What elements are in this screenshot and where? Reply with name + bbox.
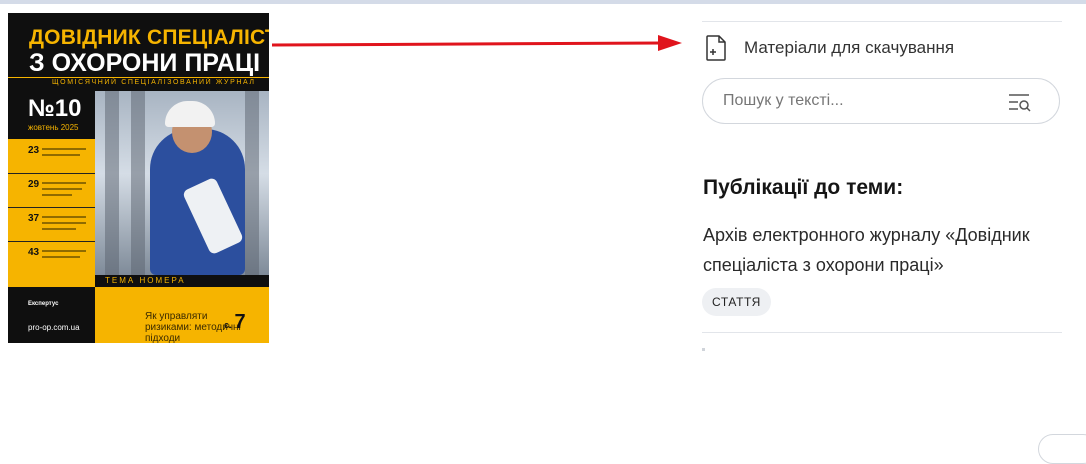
toc-page: 43 — [28, 247, 40, 258]
cover-page-ref: с. 7 — [224, 311, 246, 334]
toc-text-line — [42, 222, 86, 224]
toc-text-line — [42, 188, 82, 190]
cover-page-prefix: с. — [224, 320, 232, 330]
cover-left-column: №10 жовтень 2025 23 29 37 43 Експертус p… — [8, 91, 95, 343]
photo-background-column — [105, 91, 119, 275]
cover-issue-number: №10 — [28, 95, 82, 122]
cover-toc-item: 29 — [8, 173, 95, 208]
text-search-box[interactable] — [702, 78, 1060, 124]
toc-text-line — [42, 182, 86, 184]
download-materials-link[interactable]: Матеріали для скачування — [704, 33, 954, 63]
cover-website: pro-op.com.ua — [28, 323, 80, 332]
cover-photo — [95, 91, 269, 275]
cover-title-line2: З ОХОРОНИ ПРАЦІ — [29, 49, 261, 77]
divider — [702, 332, 1062, 333]
toc-text-line — [42, 256, 80, 258]
download-materials-label: Матеріали для скачування — [744, 38, 955, 57]
search-input[interactable] — [723, 89, 993, 113]
arrow-head — [658, 35, 682, 51]
magazine-cover[interactable]: ДОВІДНИК СПЕЦІАЛІСТА З ОХОРОНИ ПРАЦІ ЩОМ… — [8, 13, 269, 343]
hard-hat — [165, 101, 215, 127]
photo-background-column — [131, 91, 145, 275]
divider-dot — [702, 348, 705, 351]
cover-subtitle: ЩОМІСЯЧНИЙ СПЕЦІАЛІЗОВАНИЙ ЖУРНАЛ — [52, 79, 256, 86]
cover-title-line1: ДОВІДНИК СПЕЦІАЛІСТА — [29, 26, 269, 49]
cover-header: ДОВІДНИК СПЕЦІАЛІСТА З ОХОРОНИ ПРАЦІ — [8, 13, 269, 77]
toc-page: 23 — [28, 145, 40, 156]
cover-issue-date: жовтень 2025 — [28, 123, 79, 132]
cover-page-number: 7 — [234, 311, 246, 333]
toc-text-line — [42, 228, 76, 230]
divider — [702, 21, 1062, 22]
publications-heading: Публікації до теми: — [703, 176, 904, 199]
publication-type-badge: СТАТТЯ — [702, 288, 771, 316]
cover-toc-item: 37 — [8, 207, 95, 242]
arrow-shaft — [272, 41, 665, 47]
cover-theme-bar: ТЕМА НОМЕРА — [95, 275, 269, 287]
cover-subtitle-strip: ЩОМІСЯЧНИЙ СПЕЦІАЛІЗОВАНИЙ ЖУРНАЛ — [8, 77, 269, 91]
photo-background-column — [245, 91, 259, 275]
top-border — [0, 0, 1086, 4]
toc-page: 37 — [28, 213, 40, 224]
toc-text-line — [42, 194, 72, 196]
corner-control[interactable] — [1038, 434, 1086, 464]
cover-issue-block: №10 жовтень 2025 — [8, 91, 95, 139]
toc-text-line — [42, 216, 86, 218]
search-list-icon[interactable] — [1007, 91, 1035, 113]
toc-text-line — [42, 250, 86, 252]
cover-footer: Експертус pro-op.com.ua — [8, 287, 95, 343]
toc-text-line — [42, 148, 86, 150]
annotation-arrow — [272, 35, 682, 51]
toc-text-line — [42, 154, 80, 156]
cover-theme-label: ТЕМА НОМЕРА — [105, 276, 186, 285]
publisher-logo: Експертус — [28, 301, 59, 307]
cover-toc-item: 43 — [8, 241, 95, 275]
toc-page: 29 — [28, 179, 40, 190]
cover-toc-item: 23 — [8, 139, 95, 174]
publication-link[interactable]: Архів електронного журналу «Довідник спе… — [703, 220, 1075, 280]
file-add-icon — [706, 35, 726, 61]
